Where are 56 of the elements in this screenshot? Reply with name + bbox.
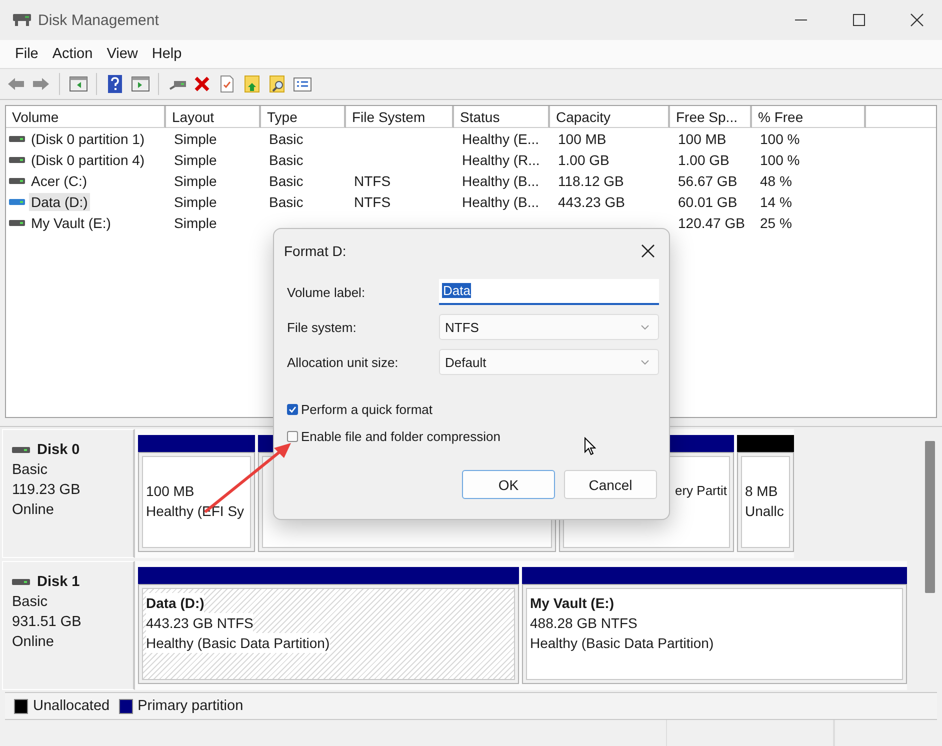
- table-cell: 1.00 GB: [678, 152, 730, 168]
- table-cell: 100 %: [760, 130, 800, 146]
- table-cell: 14 %: [760, 194, 792, 210]
- field-label: Volume label:: [287, 284, 366, 300]
- disk-name: Disk 0: [37, 441, 80, 460]
- partition-text: ery Partit: [674, 482, 727, 500]
- table-cell: Simple: [174, 172, 217, 188]
- disk-status: Online: [12, 633, 55, 652]
- table-cell: Basic: [269, 152, 304, 168]
- table-cell: Basic: [269, 194, 304, 210]
- table-cell: Basic: [269, 172, 304, 188]
- disk-type: Basic: [12, 593, 48, 612]
- checkbox-label: Enable file and folder compression: [301, 429, 500, 444]
- disk-status: Online: [12, 501, 55, 520]
- window-title: Disk Management: [38, 12, 159, 28]
- legend-label: Unallocated: [33, 698, 110, 714]
- table-cell: 100 MB: [678, 130, 726, 146]
- disk-type: Basic: [12, 461, 48, 480]
- disk-name: Disk 1: [37, 573, 80, 592]
- table-cell: Simple: [174, 194, 217, 210]
- partition-text: Healthy (Basic Data Partition): [530, 634, 714, 653]
- table-cell: Healthy (B...: [462, 194, 540, 210]
- table-cell: Simple: [174, 130, 217, 146]
- table-cell: 56.67 GB: [678, 172, 738, 188]
- table-cell: 60.01 GB: [678, 194, 738, 210]
- table-cell: Healthy (B...: [462, 172, 540, 188]
- table-cell: Basic: [269, 130, 304, 146]
- table-cell: 100 %: [760, 152, 800, 168]
- table-cell: Simple: [174, 214, 217, 230]
- dialog-title: Format D:: [284, 243, 346, 259]
- field-label: File system:: [287, 320, 358, 334]
- partition-text: Healthy (Basic Data Partition): [146, 633, 330, 653]
- checkbox-label: Perform a quick format: [301, 402, 432, 417]
- partition-title: My Vault (E:): [530, 594, 614, 613]
- table-cell: Healthy (R...: [462, 152, 540, 168]
- table-cell: NTFS: [354, 172, 391, 188]
- partition-title: Data (D:): [146, 593, 204, 613]
- partition-text: 443.23 GB NTFS: [146, 613, 254, 633]
- partition-text: 8 MB: [745, 482, 778, 501]
- table-cell: 25 %: [760, 214, 792, 230]
- legend-label: Primary partition: [138, 698, 244, 714]
- table-cell: NTFS: [354, 194, 391, 210]
- table-cell: 443.23 GB: [558, 194, 625, 210]
- disk-size: 931.51 GB: [12, 613, 82, 632]
- table-cell: 120.47 GB: [678, 214, 745, 230]
- partition-text: 488.28 GB NTFS: [530, 614, 638, 633]
- partition-text: 100 MB: [146, 482, 194, 501]
- table-cell: 100 MB: [558, 130, 606, 146]
- field-label: Allocation unit size:: [287, 354, 400, 370]
- table-cell: 118.12 GB: [558, 172, 624, 188]
- table-cell: 48 %: [760, 172, 792, 188]
- table-cell: Healthy (E...: [462, 130, 540, 146]
- partition-text: Unallc: [745, 502, 784, 521]
- table-cell: Simple: [174, 152, 217, 168]
- disk-size: 119.23 GB: [12, 481, 82, 500]
- table-cell: 1.00 GB: [558, 152, 610, 168]
